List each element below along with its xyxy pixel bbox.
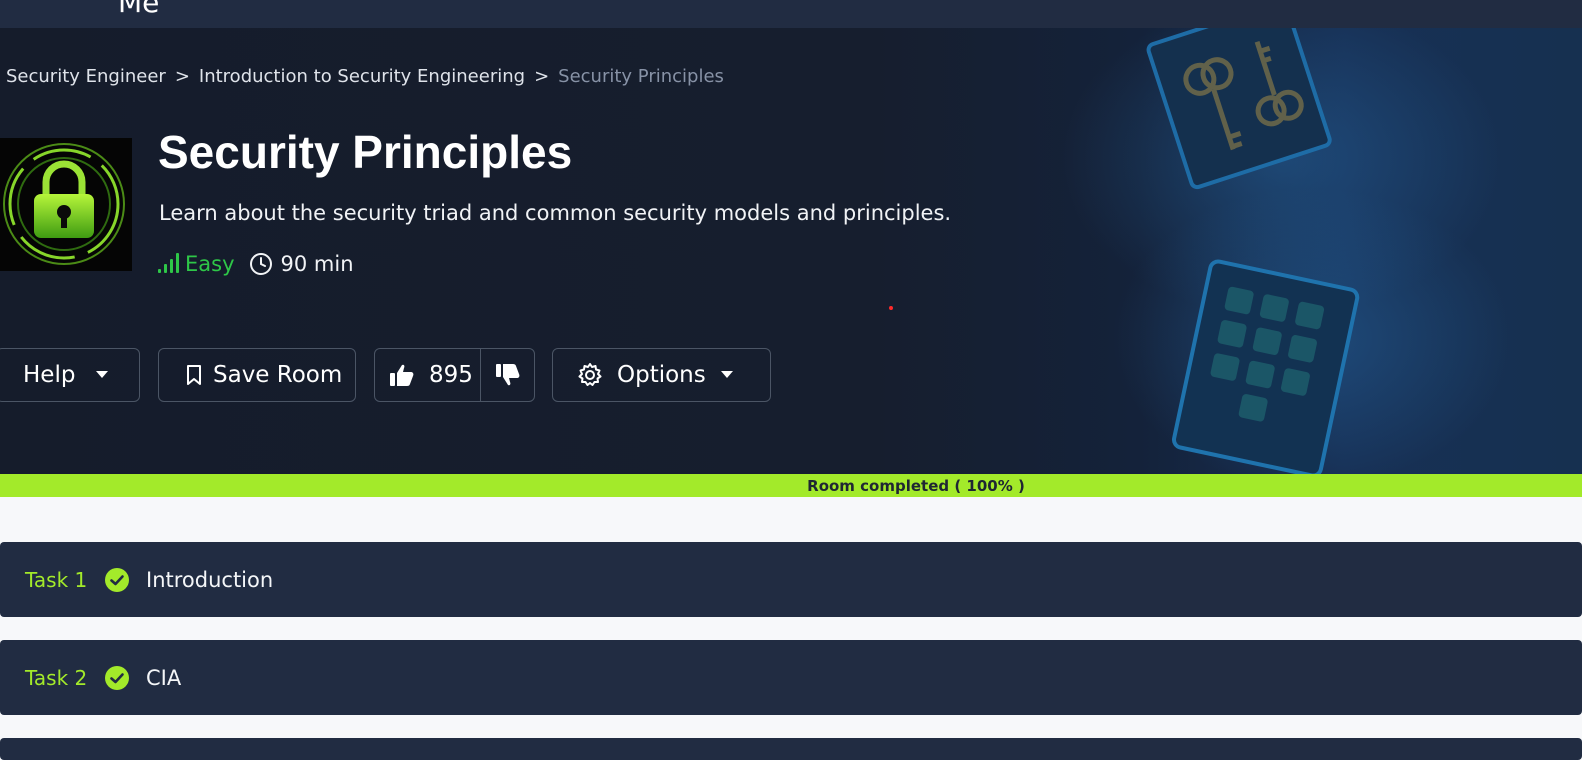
room-meta: Easy 90 min xyxy=(158,252,354,276)
difficulty-badge: Easy xyxy=(158,252,235,276)
room-thumbnail xyxy=(0,138,132,271)
options-dropdown-button[interactable]: Options xyxy=(552,348,771,402)
nav-partial-label[interactable]: Me xyxy=(118,0,159,19)
gear-icon xyxy=(578,363,602,386)
caret-down-icon xyxy=(96,371,109,378)
help-dropdown-button[interactable]: Help xyxy=(0,348,140,402)
progress-label: Room completed ( 100% ) xyxy=(807,476,1025,495)
task-title: CIA xyxy=(146,665,182,690)
cursor-dot xyxy=(889,306,893,310)
duration-label: 90 min xyxy=(280,252,354,276)
task-number: Task 1 xyxy=(25,567,88,592)
difficulty-label: Easy xyxy=(185,252,235,276)
help-label: Help xyxy=(23,362,76,388)
lock-icon xyxy=(3,143,125,265)
breadcrumb-link-module[interactable]: Introduction to Security Engineering xyxy=(199,66,525,87)
breadcrumb: Security Engineer > Introduction to Secu… xyxy=(6,66,724,87)
thumbs-up-icon xyxy=(390,364,414,386)
like-button[interactable]: 895 xyxy=(375,349,481,401)
nav-mark: · xyxy=(84,0,87,5)
breadcrumb-link-path[interactable]: Security Engineer xyxy=(6,66,166,87)
breadcrumb-separator: > xyxy=(534,66,550,87)
room-progress-bar: Room completed ( 100% ) xyxy=(0,474,1582,497)
vote-button-group: 895 xyxy=(374,348,535,402)
save-room-label: Save Room xyxy=(213,362,343,388)
save-room-button[interactable]: Save Room xyxy=(158,348,356,402)
task-row-1[interactable]: Task 1 Introduction xyxy=(0,542,1582,617)
duration-info: 90 min xyxy=(249,252,354,276)
top-navbar: · Me xyxy=(0,0,1582,28)
room-description: Learn about the security triad and commo… xyxy=(159,201,952,225)
breadcrumb-separator: > xyxy=(174,66,190,87)
thumbs-down-icon xyxy=(495,364,519,386)
options-label: Options xyxy=(617,362,706,388)
signal-bars-icon xyxy=(158,252,179,276)
hero-background-art xyxy=(1062,28,1512,474)
task-number: Task 2 xyxy=(25,665,88,690)
breadcrumb-current: Security Principles xyxy=(558,66,724,87)
like-count: 895 xyxy=(429,362,473,388)
task-row-3-partial[interactable] xyxy=(0,738,1582,760)
task-row-2[interactable]: Task 2 CIA xyxy=(0,640,1582,715)
task-title: Introduction xyxy=(146,567,274,592)
clock-icon xyxy=(249,253,272,275)
dislike-button[interactable] xyxy=(481,349,534,401)
check-circle-icon xyxy=(105,567,129,592)
check-circle-icon xyxy=(105,665,129,690)
bookmark-icon xyxy=(187,365,201,385)
caret-down-icon xyxy=(720,371,733,378)
room-title: Security Principles xyxy=(158,126,573,178)
room-hero: Security Engineer > Introduction to Secu… xyxy=(0,28,1582,474)
